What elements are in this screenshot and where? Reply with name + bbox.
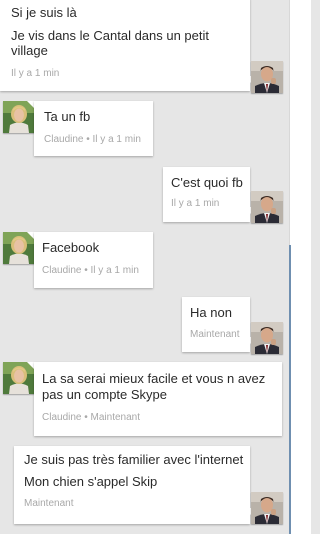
bubble-tail [27, 362, 34, 369]
message-text-line: Facebook [42, 240, 100, 255]
message-bubble-sent: C'est quoi fb Il y a 1 min [163, 167, 250, 222]
man-in-suit-avatar-icon [251, 492, 283, 524]
man-in-suit-avatar-icon [251, 61, 283, 93]
bubble-tail [27, 101, 34, 108]
avatar-me[interactable] [251, 322, 283, 354]
message-text-line: Si je suis là [11, 5, 77, 20]
message-timestamp: Claudine • Il y a 1 min [42, 265, 139, 276]
message-bubble-received: Ta un fb Claudine • Il y a 1 min [34, 101, 153, 156]
message-bubble-sent: Ha non Maintenant [182, 297, 250, 352]
conversation-list[interactable]: Si je suis là Je vis dans le Cantal dans… [0, 0, 289, 534]
message-timestamp: Claudine • Maintenant [42, 412, 141, 423]
message-timestamp: Il y a 1 min [11, 68, 60, 79]
message-timestamp: Maintenant [24, 498, 74, 509]
message-text-line: pas un compte Skype [42, 387, 168, 402]
message-text-line: Ha non [190, 305, 232, 320]
message-timestamp: Claudine • Il y a 1 min [44, 134, 141, 145]
avatar-me[interactable] [251, 492, 283, 524]
message-text-line: C'est quoi fb [171, 175, 243, 190]
avatar-me[interactable] [251, 191, 283, 223]
message-text-line: Je suis pas très familier avec l'interne… [24, 452, 244, 467]
man-in-suit-avatar-icon [251, 322, 283, 354]
man-in-suit-avatar-icon [251, 191, 283, 223]
message-bubble-sent: Si je suis là Je vis dans le Cantal dans… [0, 0, 250, 91]
message-bubble-sent: Je suis pas très familier avec l'interne… [14, 446, 250, 524]
bubble-tail [27, 232, 34, 239]
message-text-line: village [11, 43, 48, 58]
message-text-line: Mon chien s'appel Skip [24, 474, 158, 489]
avatar-me[interactable] [251, 61, 283, 93]
message-text-line: Ta un fb [44, 109, 91, 124]
scrollbar[interactable] [289, 0, 311, 534]
message-text-line: La sa serai mieux facile et vous n avez [42, 371, 266, 386]
message-timestamp: Il y a 1 min [171, 198, 220, 209]
message-bubble-received: Facebook Claudine • Il y a 1 min [34, 232, 153, 288]
message-timestamp: Maintenant [190, 329, 240, 340]
message-text-line: Je vis dans le Cantal dans un petit [11, 28, 210, 43]
message-bubble-received: La sa serai mieux facile et vous n avez … [34, 362, 282, 436]
scrollbar-thumb[interactable] [289, 245, 291, 534]
